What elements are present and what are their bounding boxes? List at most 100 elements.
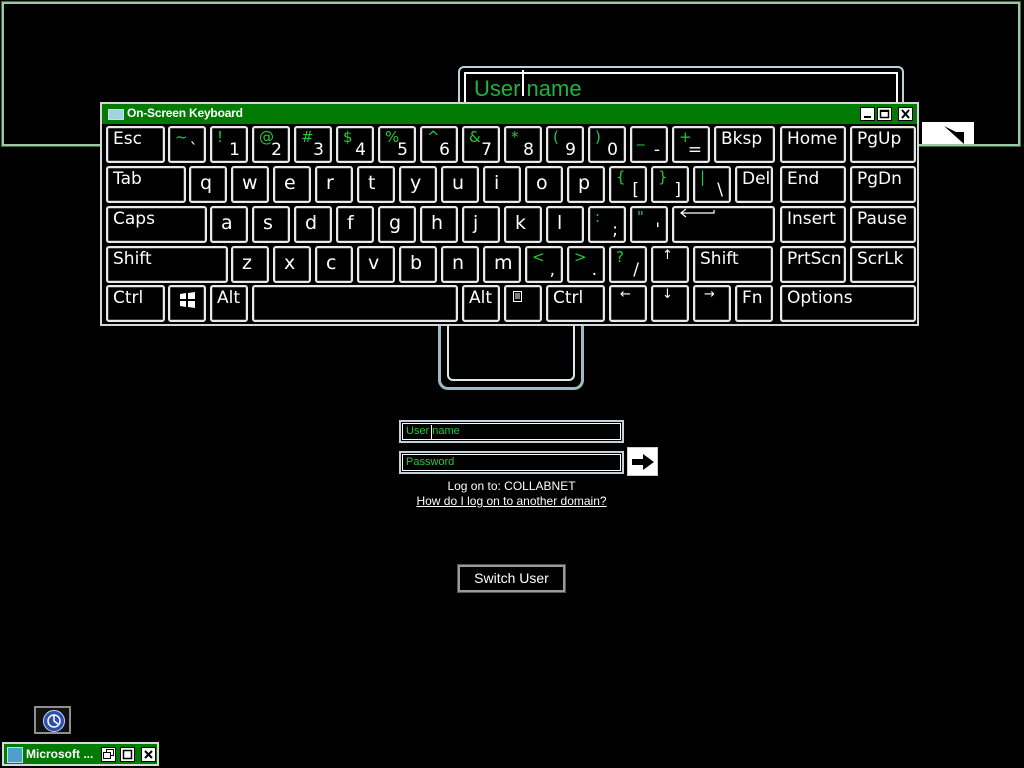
key-right[interactable]: → — [693, 285, 731, 322]
key-left[interactable]: ← — [609, 285, 647, 322]
key-6[interactable]: ^ 6 — [420, 126, 458, 163]
key-esc[interactable]: Esc — [106, 126, 165, 163]
taskbar-maximize-button[interactable] — [120, 747, 135, 762]
key-backslash[interactable]: | \ — [693, 166, 731, 203]
key-lbracket[interactable]: {[ — [609, 166, 647, 203]
on-screen-keyboard-window[interactable]: On-Screen Keyboard Esc ~ `! 1 @2 #3 $4% 5 ^ 6 & 7 * 8… — [100, 102, 919, 326]
key-equals[interactable]: + = — [672, 126, 710, 163]
key-insert[interactable]: Insert — [780, 206, 846, 243]
key-minus[interactable]: _ - — [630, 126, 668, 163]
key-end[interactable]: End — [780, 166, 846, 203]
key-semicolon[interactable]: :; — [588, 206, 626, 243]
key-h[interactable]: h — [420, 206, 458, 243]
password-field[interactable]: Password — [399, 451, 624, 474]
key-f[interactable]: f — [336, 206, 374, 243]
ease-of-access-button[interactable] — [34, 706, 71, 734]
key-period[interactable]: >. — [567, 246, 605, 283]
key-lctrl[interactable]: Ctrl — [106, 285, 165, 322]
key-p[interactable]: p — [567, 166, 605, 203]
key-0[interactable]: ) 0 — [588, 126, 626, 163]
key-lshift[interactable]: Shift — [106, 246, 228, 283]
key-3[interactable]: #3 — [294, 126, 332, 163]
key-4[interactable]: $4 — [336, 126, 374, 163]
key-r[interactable]: r — [315, 166, 353, 203]
key-rctrl[interactable]: Ctrl — [546, 285, 605, 322]
key-q[interactable]: q — [189, 166, 227, 203]
key-backtick[interactable]: ~ ` — [168, 126, 206, 163]
key-comma[interactable]: <, — [525, 246, 563, 283]
key-a[interactable]: a — [210, 206, 248, 243]
key-m[interactable]: m — [483, 246, 521, 283]
key-9[interactable]: (9 — [546, 126, 584, 163]
key-j[interactable]: j — [462, 206, 500, 243]
taskbar-restore-button[interactable] — [101, 747, 116, 762]
key-c[interactable]: c — [315, 246, 353, 283]
key-symbol: , — [549, 260, 555, 280]
key-win[interactable] — [168, 285, 206, 322]
key-i[interactable]: i — [483, 166, 521, 203]
key-down[interactable]: ↓ — [651, 285, 689, 322]
key-n[interactable]: n — [441, 246, 479, 283]
key-b[interactable]: b — [399, 246, 437, 283]
key-rshift[interactable]: Shift — [693, 246, 773, 283]
key-l[interactable]: l — [546, 206, 584, 243]
key-pause[interactable]: Pause — [850, 206, 916, 243]
key-u[interactable]: u — [441, 166, 479, 203]
key-2[interactable]: @2 — [252, 126, 290, 163]
osk-titlebar[interactable]: On-Screen Keyboard — [102, 104, 917, 124]
key-t[interactable]: t — [357, 166, 395, 203]
key-e[interactable]: e — [273, 166, 311, 203]
key-home[interactable]: Home — [780, 126, 846, 163]
logon-arrow-button[interactable] — [627, 447, 658, 476]
key-w[interactable]: w — [231, 166, 269, 203]
key-prtscn[interactable]: PrtScn — [780, 246, 846, 283]
key-fn[interactable]: Fn — [735, 285, 773, 322]
taskbar-close-button[interactable] — [141, 747, 156, 762]
key-g[interactable]: g — [378, 206, 416, 243]
key-s[interactable]: s — [252, 206, 290, 243]
key-v[interactable]: v — [357, 246, 395, 283]
key-space[interactable] — [252, 285, 458, 322]
key-options[interactable]: Options — [780, 285, 916, 322]
key-pgdn[interactable]: PgDn — [850, 166, 916, 203]
other-domain-link[interactable]: How do I log on to another domain? — [399, 494, 624, 508]
key-o[interactable]: o — [525, 166, 563, 203]
key-rbracket[interactable]: }] — [651, 166, 689, 203]
switch-user-button[interactable]: Switch User — [457, 564, 566, 593]
key-bksp[interactable]: Bksp — [714, 126, 775, 163]
key-ralt[interactable]: Alt — [462, 285, 500, 322]
minimize-button[interactable] — [860, 107, 875, 121]
key-symbol: 7 — [481, 140, 492, 160]
key-label: g — [389, 212, 402, 234]
key-z[interactable]: z — [231, 246, 269, 283]
key-5[interactable]: % 5 — [378, 126, 416, 163]
key-pgup[interactable]: PgUp — [850, 126, 916, 163]
key-label: Esc — [113, 129, 142, 149]
key-quote[interactable]: " ' — [630, 206, 668, 243]
key-slash[interactable]: ? / — [609, 246, 647, 283]
magnifier-taskbar-button[interactable]: Microsoft ... — [2, 742, 159, 766]
key-label: s — [263, 212, 273, 234]
key-lalt[interactable]: Alt — [210, 285, 248, 322]
key-8[interactable]: * 8 — [504, 126, 542, 163]
key-x[interactable]: x — [273, 246, 311, 283]
key-del[interactable]: Del — [735, 166, 773, 203]
key-7[interactable]: & 7 — [462, 126, 500, 163]
key-1[interactable]: ! 1 — [210, 126, 248, 163]
key-y[interactable]: y — [399, 166, 437, 203]
key-k[interactable]: k — [504, 206, 542, 243]
key-shift-symbol: : — [595, 208, 601, 226]
key-d[interactable]: d — [294, 206, 332, 243]
key-label: ScrLk — [857, 249, 904, 269]
key-up[interactable]: ↑ — [651, 246, 689, 283]
key-enter[interactable] — [672, 206, 775, 243]
maximize-button[interactable] — [877, 107, 892, 121]
key-menu[interactable] — [504, 285, 542, 322]
key-caps[interactable]: Caps — [106, 206, 207, 243]
key-symbol: . — [591, 260, 597, 280]
key-scrlk[interactable]: ScrLk — [850, 246, 916, 283]
key-label: Pause — [857, 209, 907, 229]
close-button[interactable] — [898, 107, 913, 121]
key-tab[interactable]: Tab — [106, 166, 186, 203]
username-field[interactable]: User name — [399, 420, 624, 443]
